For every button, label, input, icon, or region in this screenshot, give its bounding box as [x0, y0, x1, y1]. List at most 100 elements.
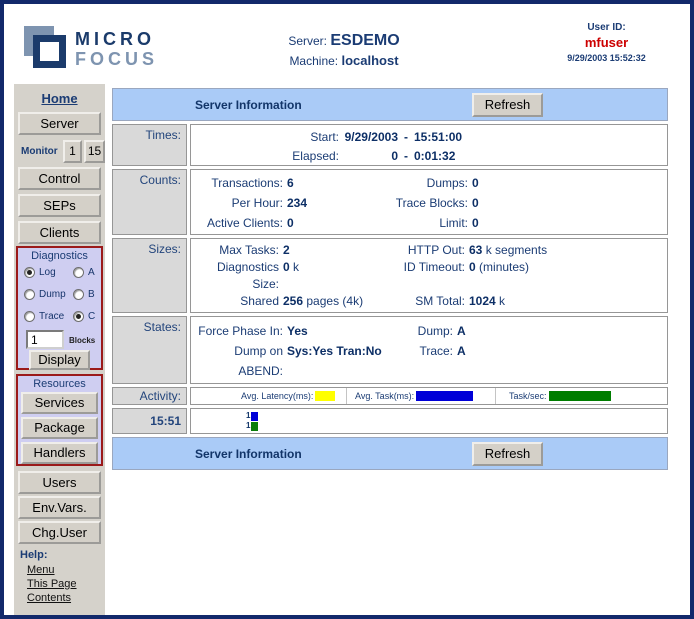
diagnostics-title: Diagnostics — [18, 250, 101, 262]
radio-c[interactable] — [73, 311, 84, 322]
services-button[interactable]: Services — [21, 392, 98, 414]
diagnostics-panel: Diagnostics Log A Dump B Trace C Blocks — [16, 246, 103, 370]
app-window: MICRO FOCUS Server: ESDEMO Machine: loca… — [0, 0, 694, 619]
dump-state-label: Dump: — [369, 321, 453, 341]
resources-title: Resources — [18, 378, 101, 390]
per-hour-label: Per Hour: — [191, 193, 283, 213]
trace-blocks-label: Trace Blocks: — [363, 193, 468, 213]
limit-value: 0 — [468, 213, 667, 233]
machine-label: Machine: — [289, 54, 338, 68]
avg-task-legend-label: Avg. Task(ms): — [355, 391, 414, 401]
radio-trace[interactable] — [24, 311, 35, 322]
server-name: ESDEMO — [330, 32, 399, 49]
user-id-label: User ID: — [544, 22, 669, 33]
activity-label-cell: Activity: — [112, 387, 187, 405]
radio-c-label: C — [88, 311, 95, 322]
radio-dump-label: Dump — [39, 289, 66, 300]
env-vars-button[interactable]: Env.Vars. — [18, 496, 101, 519]
clients-button[interactable]: Clients — [18, 221, 101, 244]
force-phase-in-value: Yes — [283, 321, 369, 341]
package-button[interactable]: Package — [21, 417, 98, 439]
server-information-header: Server Information Refresh — [112, 88, 668, 121]
blocks-input[interactable] — [26, 330, 64, 349]
header: MICRO FOCUS Server: ESDEMO Machine: loca… — [4, 4, 690, 84]
http-out-label: HTTP Out: — [375, 242, 465, 259]
avg-task-bar-value: 1 — [246, 411, 250, 421]
radio-log-label: Log — [39, 267, 56, 278]
radio-dump[interactable] — [24, 289, 35, 300]
main-content: Server Information Refresh Times: Start:… — [112, 88, 668, 473]
task-per-sec-bar-value: 1 — [246, 421, 250, 431]
elapsed-label: Elapsed: — [191, 147, 341, 166]
monitor-1-button[interactable]: 1 — [63, 140, 82, 163]
refresh-button-bottom[interactable]: Refresh — [472, 442, 543, 466]
times-row: Times: Start: 9/29/2003 - 15:51:00 Elaps… — [112, 124, 668, 166]
task-per-sec-swatch — [549, 391, 611, 401]
help-menu-link[interactable]: Menu — [27, 564, 55, 576]
max-tasks-label: Max Tasks: — [191, 242, 279, 259]
radio-log[interactable] — [24, 267, 35, 278]
start-date: 9/29/2003 — [341, 128, 398, 147]
monitor-label: Monitor — [21, 146, 58, 157]
id-timeout-value: 0 — [469, 260, 476, 274]
counts-row: Counts: Transactions: 6 Dumps: 0 Per Hou… — [112, 169, 668, 235]
handlers-button[interactable]: Handlers — [21, 442, 98, 464]
trace-blocks-value: 0 — [468, 193, 667, 213]
dump-state-value: A — [453, 321, 667, 341]
resources-panel: Resources Services Package Handlers — [16, 374, 103, 466]
dump-on-abend-label: Dump on ABEND: — [191, 341, 283, 381]
avg-latency-legend-label: Avg. Latency(ms): — [241, 391, 313, 401]
task-per-sec-bar — [251, 422, 258, 431]
machine-name: localhost — [341, 53, 398, 68]
states-label-cell: States: — [112, 316, 187, 384]
avg-latency-swatch — [315, 391, 335, 401]
control-button[interactable]: Control — [18, 167, 101, 190]
radio-a[interactable] — [73, 267, 84, 278]
dumps-value: 0 — [468, 173, 667, 193]
transactions-label: Transactions: — [191, 173, 283, 193]
avg-task-swatch — [416, 391, 473, 401]
max-tasks-value: 2 — [283, 243, 290, 257]
chg-user-button[interactable]: Chg.User — [18, 521, 101, 544]
user-id-value: mfuser — [544, 35, 669, 50]
seps-button[interactable]: SEPs — [18, 194, 101, 217]
sm-total-label: SM Total: — [375, 293, 465, 313]
active-trace-value — [283, 381, 369, 384]
users-button[interactable]: Users — [18, 471, 101, 494]
task-per-sec-legend-label: Task/sec: — [509, 391, 547, 401]
server-information-footer-title: Server Information — [195, 447, 302, 461]
http-out-value: 63 — [469, 243, 482, 257]
help-this-page-link[interactable]: This Page — [27, 578, 77, 590]
sm-total-value: 1024 — [469, 294, 496, 308]
start-time: 15:51:00 — [414, 128, 667, 147]
times-label-cell: Times: — [112, 124, 187, 166]
diagnostics-size-value: 0 — [283, 260, 290, 274]
sidebar: Home Server Monitor 1 15 Control SEPs Cl… — [14, 84, 105, 615]
home-link[interactable]: Home — [14, 91, 105, 106]
active-clients-label: Active Clients: — [191, 213, 283, 233]
blocks-label: Blocks — [69, 336, 95, 345]
states-row: States: Force Phase In: Yes Dump: A Dump… — [112, 316, 668, 384]
activity-row: Activity: Avg. Latency(ms): Avg. Task(ms… — [112, 387, 668, 405]
monitor-15-button[interactable]: 15 — [84, 140, 105, 163]
server-button[interactable]: Server — [18, 112, 101, 135]
logo-text-focus: FOCUS — [75, 49, 158, 69]
avg-task-bar — [251, 412, 258, 421]
limit-label: Limit: — [363, 213, 468, 233]
trace-state-value: A — [453, 341, 667, 381]
login-timestamp: 9/29/2003 15:52:32 — [544, 53, 669, 63]
radio-b[interactable] — [73, 289, 84, 300]
header-server-info: Server: ESDEMO Machine: localhost — [214, 32, 474, 68]
activity-time-row: 15:51 1 1 — [112, 408, 668, 434]
refresh-button-top[interactable]: Refresh — [472, 93, 543, 117]
display-button[interactable]: Display — [29, 350, 90, 370]
server-label: Server: — [288, 34, 327, 48]
sizes-row: Sizes: Max Tasks: 2 HTTP Out: 63 k segme… — [112, 238, 668, 313]
start-label: Start: — [191, 128, 341, 147]
monitor-row: Monitor 1 15 — [14, 140, 105, 163]
help-title: Help: — [20, 549, 48, 561]
force-phase-in-label: Force Phase In: — [191, 321, 283, 341]
help-contents-link[interactable]: Contents — [27, 592, 71, 604]
server-information-footer: Server Information Refresh — [112, 437, 668, 470]
sizes-label-cell: Sizes: — [112, 238, 187, 313]
